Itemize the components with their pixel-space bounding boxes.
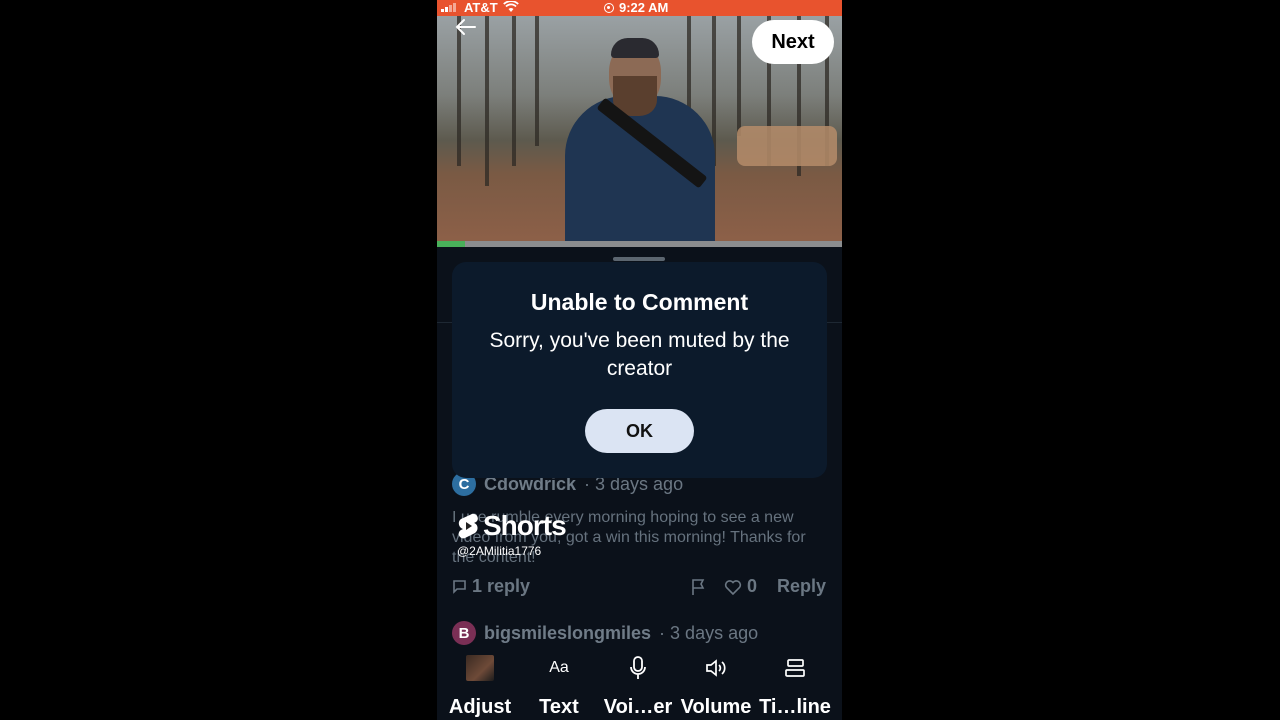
video-preview[interactable]: Next [437,16,842,242]
tool-label: Adjust [448,696,512,718]
comment-username[interactable]: bigsmileslongmiles [484,623,651,644]
replies-button[interactable]: 1 reply [452,576,530,597]
wifi-icon [503,0,519,16]
comment-bubble-icon [453,580,466,594]
tool-text[interactable]: Aa Text [514,650,604,719]
tool-label: Volume [680,696,752,718]
ok-button[interactable]: OK [585,409,694,453]
shorts-logo-icon [458,513,478,539]
tool-volume[interactable]: Volume [671,650,761,719]
screen-record-icon [604,2,614,13]
back-arrow-icon[interactable] [447,16,487,56]
comment-item: B bigsmileslongmiles · 3 days ago [452,621,832,645]
tool-label: Voi…er [603,696,673,718]
dialog-title: Unable to Comment [530,289,749,315]
clock-label: 9:22 AM [619,0,669,15]
microphone-icon [630,656,646,679]
tool-timeline[interactable]: Ti…line [750,650,840,719]
like-count: 0 [747,576,758,596]
tool-voiceover[interactable]: Voi…er [593,650,683,719]
flag-icon[interactable] [690,578,706,601]
sheet-drag-handle[interactable] [613,257,665,261]
avatar[interactable]: B [452,621,476,645]
shorts-logo-text: Shorts [483,510,567,541]
comment-time: · 3 days ago [659,622,759,643]
tool-label: Text [539,696,579,718]
reply-button[interactable]: Reply [777,576,826,597]
editor-toolbar: Adjust Aa Text Voi…er Volume Ti…line [437,650,842,720]
carrier-label: AT&T [464,0,498,15]
speaker-icon [706,659,726,677]
video-progress-fill [437,241,466,247]
phone-screen: AT&T 9:22 AM Next C Cdowdrick · 3 days a… [437,0,842,720]
replies-label: 1 reply [472,576,531,596]
channel-handle: @2AMilitia1776 [457,544,542,558]
comment-actions: 1 reply 0 Reply [452,576,827,600]
unable-to-comment-dialog: Unable to Comment Sorry, you've been mut… [452,262,827,478]
like-button[interactable]: 0 [724,576,757,597]
video-progress-bar[interactable] [437,241,842,247]
shorts-watermark: Shorts @2AMilitia1776 [457,510,567,558]
tool-adjust[interactable]: Adjust [437,650,525,719]
dialog-message: Sorry, you've been muted by the creator [489,329,790,380]
log-pile [737,126,837,166]
text-aa-icon: Aa [549,659,569,676]
signal-icon [441,3,456,12]
status-bar: AT&T 9:22 AM [437,0,842,16]
heart-icon [724,579,742,595]
tool-label: Ti…line [759,696,831,718]
status-time: 9:22 AM [604,0,668,15]
person-cap [611,38,659,58]
timeline-icon [785,659,805,677]
thumbnail-icon [466,655,494,681]
next-button[interactable]: Next [752,20,834,64]
